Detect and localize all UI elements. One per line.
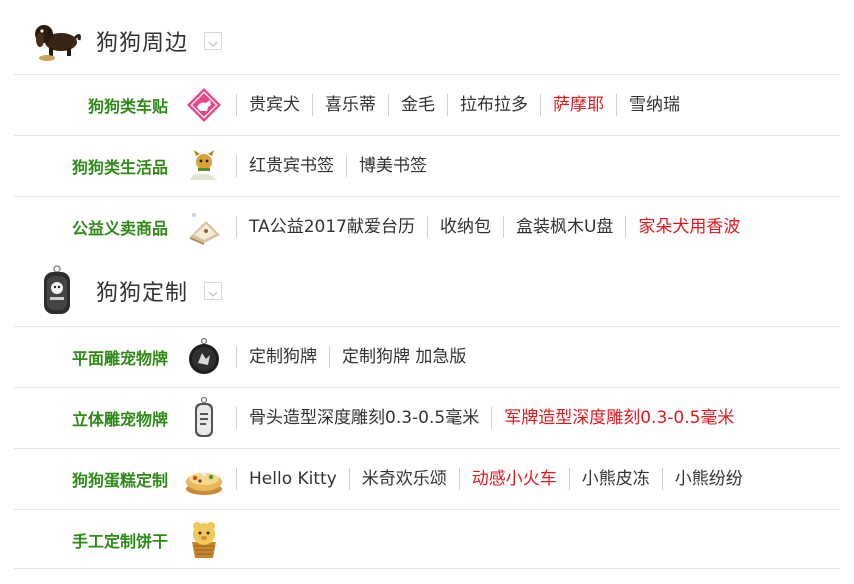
link-item[interactable]: 收纳包 <box>426 216 503 238</box>
link-item[interactable]: 米奇欢乐颂 <box>348 468 459 490</box>
pink-diamond-dog-sticker-icon[interactable] <box>182 83 226 127</box>
link-item[interactable]: 盒装枫木U盘 <box>502 216 625 238</box>
chevron-down-icon <box>208 32 218 51</box>
category-row: 狗狗类生活品 红贵宾书签 博美书签 <box>14 135 840 196</box>
link-item[interactable]: 博美书签 <box>346 155 439 177</box>
dachshund-dog-icon <box>30 14 84 68</box>
handmade-biscuit-icon[interactable] <box>182 518 226 562</box>
link-item[interactable]: 金毛 <box>388 94 447 116</box>
category-label[interactable]: 狗狗蛋糕定制 <box>14 467 182 491</box>
link-item[interactable]: 骨头造型深度雕刻0.3-0.5毫米 <box>236 407 491 429</box>
link-item[interactable]: 小熊纷纷 <box>661 468 755 490</box>
expand-toggle-button[interactable] <box>204 282 223 301</box>
link-item[interactable]: 小熊皮冻 <box>568 468 662 490</box>
link-item[interactable]: 拉布拉多 <box>447 94 540 116</box>
category-label[interactable]: 立体雕宠物牌 <box>14 406 182 430</box>
expand-toggle-button[interactable] <box>204 32 223 51</box>
military-tag-icon[interactable] <box>182 396 226 440</box>
section-header-dog-merch: 狗狗周边 <box>14 14 840 68</box>
category-row: 立体雕宠物牌 骨头造型深度雕刻0.3-0.5毫米 军牌造型深度雕刻0.3-0.5… <box>14 387 840 448</box>
dog-bookmark-icon[interactable] <box>182 144 226 188</box>
link-item-highlight[interactable]: 动感小火车 <box>458 468 569 490</box>
section-header-dog-custom: 狗狗定制 <box>14 264 840 318</box>
desk-calendar-icon[interactable] <box>182 205 226 249</box>
section-title: 狗狗周边 <box>96 31 189 56</box>
link-item-highlight[interactable]: 军牌造型深度雕刻0.3-0.5毫米 <box>491 407 746 429</box>
link-item[interactable]: 定制狗牌 加急版 <box>329 346 478 368</box>
category-row: 狗狗类车贴 贵宾犬 喜乐蒂 金毛 拉布拉多 萨摩耶 雪纳瑞 <box>14 74 840 135</box>
divider <box>14 568 840 569</box>
link-item-highlight[interactable]: 家朵犬用香波 <box>625 216 752 238</box>
link-item[interactable]: 定制狗牌 <box>236 346 329 368</box>
category-row: 狗狗蛋糕定制 Hello Kitty 米奇欢乐颂 动感小火车 小熊皮冻 小熊纷纷 <box>14 448 840 509</box>
link-item[interactable]: 红贵宾书签 <box>236 155 346 177</box>
link-item-highlight[interactable]: 萨摩耶 <box>540 94 616 116</box>
dog-cake-icon[interactable] <box>182 457 226 501</box>
category-label[interactable]: 手工定制饼干 <box>14 528 182 552</box>
chevron-down-icon <box>208 282 218 301</box>
section-title: 狗狗定制 <box>96 281 189 306</box>
link-item[interactable]: TA公益2017献爱台历 <box>236 216 427 238</box>
link-item[interactable]: Hello Kitty <box>236 468 349 490</box>
link-item[interactable]: 贵宾犬 <box>236 94 312 116</box>
round-pet-tag-icon[interactable] <box>182 335 226 379</box>
category-label[interactable]: 狗狗类车贴 <box>14 93 182 117</box>
link-item[interactable]: 喜乐蒂 <box>312 94 388 116</box>
category-row: 手工定制饼干 <box>14 509 840 570</box>
link-item[interactable]: 雪纳瑞 <box>616 94 692 116</box>
category-label[interactable]: 狗狗类生活品 <box>14 154 182 178</box>
category-label[interactable]: 公益义卖商品 <box>14 215 182 239</box>
category-row: 公益义卖商品 TA公益2017献爱台历 收纳包 盒装枫木U盘 家朵犬用香波 <box>14 196 840 257</box>
dog-tag-icon <box>30 264 84 318</box>
category-row: 平面雕宠物牌 定制狗牌 定制狗牌 加急版 <box>14 326 840 387</box>
category-label[interactable]: 平面雕宠物牌 <box>14 345 182 369</box>
